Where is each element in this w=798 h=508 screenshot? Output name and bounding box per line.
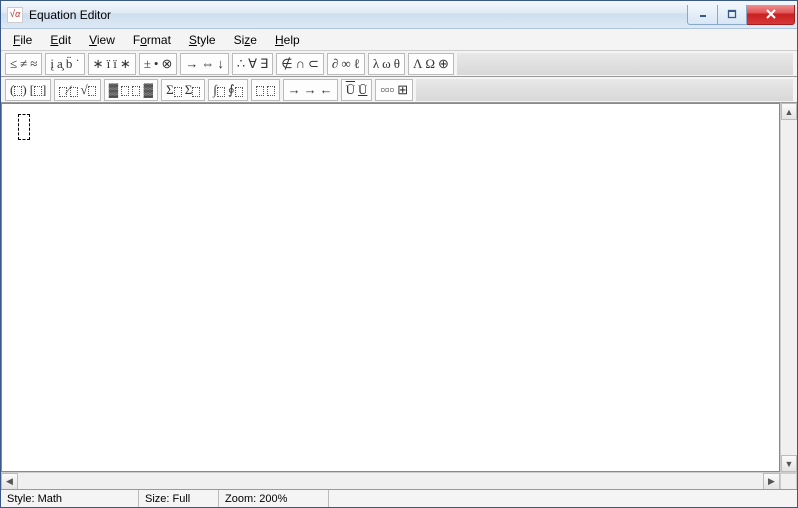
template-toolbar: () [] ⁄ √ ▓ ▓ Σ Σ ∫ ∮ → → ← Ū — [1, 77, 797, 103]
palette-set-theory[interactable]: ∉ ∩ ⊂ — [276, 53, 324, 75]
palette-greek-lower[interactable]: λ ω θ — [368, 53, 405, 75]
status-filler — [329, 490, 797, 507]
palette-summation[interactable]: Σ Σ — [161, 79, 205, 101]
palette-embellishments[interactable]: į a̧ b̈ ˙ — [45, 53, 84, 75]
scroll-down-button[interactable]: ▼ — [781, 455, 797, 472]
window-controls — [687, 5, 795, 25]
maximize-button[interactable] — [717, 5, 747, 25]
toolbar-filler — [457, 53, 793, 75]
vertical-scrollbar[interactable]: ▲ ▼ — [780, 103, 797, 472]
palette-integral[interactable]: ∫ ∮ — [208, 79, 247, 101]
palette-greek-upper[interactable]: Λ Ω ⊕ — [408, 53, 454, 75]
scroll-up-button[interactable]: ▲ — [781, 103, 797, 120]
palette-operators[interactable]: ± • ⊗ — [139, 53, 178, 75]
scroll-right-button[interactable]: ▶ — [763, 473, 780, 490]
palette-scripts[interactable]: ▓ ▓ — [104, 79, 158, 101]
palette-products[interactable]: Ū Ū — [341, 79, 373, 101]
palette-logical[interactable]: ∴ ∀ ∃ — [232, 53, 273, 75]
scroll-left-button[interactable]: ◀ — [1, 473, 18, 490]
menu-bar: File Edit View Format Style Size Help — [1, 29, 797, 51]
menu-size[interactable]: Size — [226, 31, 265, 49]
palette-labeled-arrows[interactable]: → → ← — [283, 79, 338, 101]
horizontal-scrollbar[interactable]: ◀ ▶ — [1, 472, 797, 489]
title-bar[interactable]: α Equation Editor — [1, 1, 797, 29]
scroll-corner — [780, 473, 797, 490]
status-bar: Style: Math Size: Full Zoom: 200% — [1, 489, 797, 507]
hscroll-track[interactable] — [18, 473, 763, 489]
minimize-button[interactable] — [687, 5, 717, 25]
toolbar-filler-2 — [416, 79, 793, 101]
palette-fences[interactable]: () [] — [5, 79, 51, 101]
editor-canvas[interactable] — [1, 103, 780, 472]
palette-spaces[interactable]: ∗ ï ï ∗ — [88, 53, 136, 75]
menu-format[interactable]: Format — [125, 31, 179, 49]
menu-edit[interactable]: Edit — [42, 31, 79, 49]
vscroll-track[interactable] — [781, 120, 797, 455]
palette-relational[interactable]: ≤ ≠ ≈ — [5, 53, 42, 75]
menu-file[interactable]: File — [5, 31, 40, 49]
palette-overbar[interactable] — [251, 79, 280, 101]
app-icon: α — [7, 7, 23, 23]
palette-fractions[interactable]: ⁄ √ — [54, 79, 100, 101]
status-style: Style: Math — [1, 490, 139, 507]
window-title: Equation Editor — [29, 8, 687, 22]
menu-style[interactable]: Style — [181, 31, 224, 49]
editor-area-wrap: ▲ ▼ — [1, 103, 797, 472]
palette-misc[interactable]: ∂ ∞ ℓ — [327, 53, 365, 75]
status-zoom: Zoom: 200% — [219, 490, 329, 507]
palette-arrows[interactable]: → ⇔ ↓ — [180, 53, 229, 75]
equation-slot[interactable] — [18, 114, 30, 140]
menu-help[interactable]: Help — [267, 31, 308, 49]
palette-matrices[interactable]: ▫▫▫ ⊞ — [375, 79, 413, 101]
status-size: Size: Full — [139, 490, 219, 507]
symbol-toolbar: ≤ ≠ ≈ į a̧ b̈ ˙ ∗ ï ï ∗ ± • ⊗ → ⇔ ↓ ∴ ∀ — [1, 51, 797, 77]
close-button[interactable] — [747, 5, 795, 25]
menu-view[interactable]: View — [81, 31, 123, 49]
app-window: α Equation Editor File Edit View Format … — [0, 0, 798, 508]
